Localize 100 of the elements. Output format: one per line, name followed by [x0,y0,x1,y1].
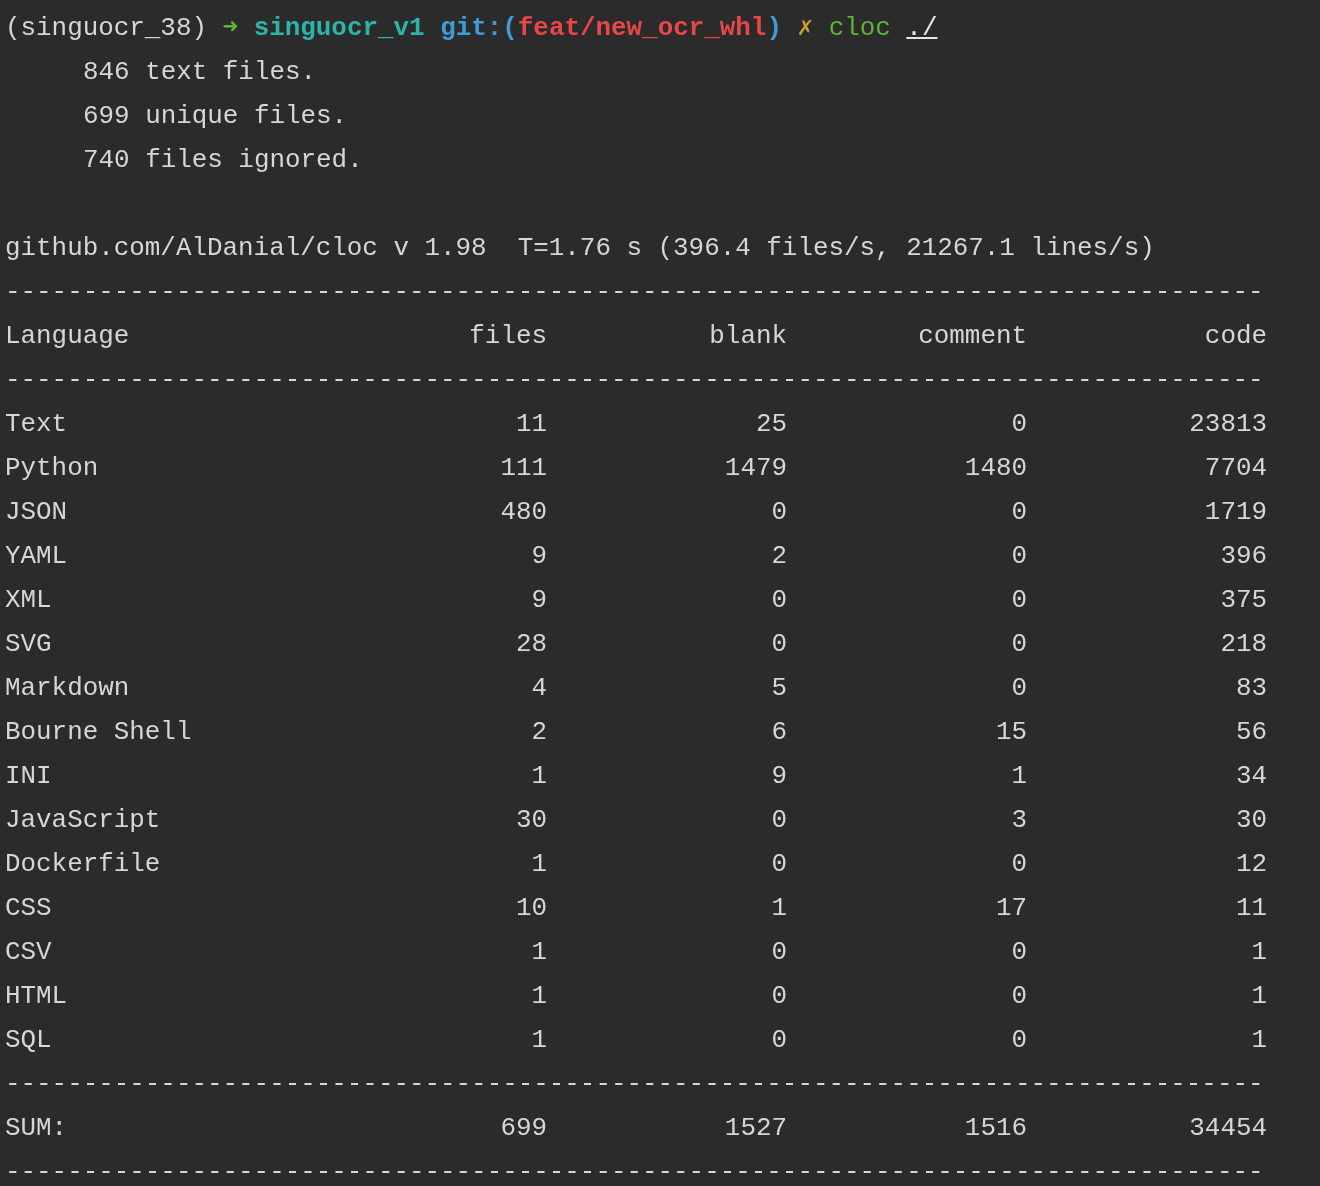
table-cell-text: 11 [514,408,547,441]
table-cell-text: 0 [770,980,787,1013]
directory-name: singuocr_v1 [253,13,425,43]
table-cell-text: 9 [530,540,547,573]
table-cell-text: 1 [1250,980,1267,1013]
table-cell-text: 1 [1010,760,1027,793]
table-cell-text: 0 [770,628,787,661]
separator-line: --------------------------------------------------------------------------------- [5,365,1264,395]
table-cell-text: 0 [1010,408,1027,441]
table-cell-text: 1 [530,980,547,1013]
table-cell-text: SQL [5,1024,53,1057]
table-cell-text: 1 [530,760,547,793]
table-cell-text: 0 [770,804,787,837]
sum-cell-text: 1516 [963,1112,1027,1145]
column-header: files [468,320,547,353]
table-cell-text: Python [5,452,100,485]
table-cell-text: 25 [754,408,787,441]
table-cell-text: 6 [770,716,787,749]
table-cell-text: 1 [530,848,547,881]
prompt-arrow: ➜ [222,13,239,43]
table-cell-text: 1 [530,936,547,969]
command-text: cloc [828,13,891,43]
summary-line: 699 unique files. [83,101,348,131]
table-cell-text: 375 [1219,584,1267,617]
table-cell-text: 15 [994,716,1027,749]
git-label-end: ) [766,13,782,43]
table-cell-text: 3 [1010,804,1027,837]
cloc-info-line: github.com/AlDanial/cloc v 1.98 T=1.76 s (396.4 files/s, 21267.1 lines/s) [5,233,1155,263]
sum-cell-text: 1527 [723,1112,787,1145]
separator-line: --------------------------------------------------------------------------------- [5,1157,1264,1186]
table-cell-text: 1 [770,892,787,925]
table-cell-text: YAML [5,540,69,573]
table-cell-text: 0 [1010,496,1027,529]
table-cell-text: 1 [1250,1024,1267,1057]
table-cell-text: 30 [514,804,547,837]
table-cell-text: 30 [1234,804,1267,837]
table-cell-text: 0 [1010,980,1027,1013]
sum-cell-text: 699 [499,1112,547,1145]
table-cell-text: 0 [1010,848,1027,881]
table-cell-text: 83 [1234,672,1267,705]
table-cell-text: JSON [5,496,69,529]
table-cell-text: 0 [1010,628,1027,661]
table-cell-text: 4 [530,672,547,705]
table-cell-text: Dockerfile [5,848,162,881]
table-cell-text: 0 [1010,936,1027,969]
table-cell-text: 1 [530,1024,547,1057]
branch-name: feat/new_ocr_whl [517,13,767,43]
separator-line: --------------------------------------------------------------------------------- [5,1069,1264,1099]
column-header: code [1203,320,1267,353]
table-cell-text: INI [5,760,53,793]
git-label: git:( [440,13,518,43]
table-cell-text: 0 [770,848,787,881]
conda-env-label: (singuocr_38) [5,13,207,43]
table-cell-text: 1719 [1203,496,1267,529]
column-header: Language [5,320,131,353]
sum-cell-text: 34454 [1188,1112,1267,1145]
table-cell-text: 10 [514,892,547,925]
table-cell-text: 0 [1010,584,1027,617]
table-cell-text: 396 [1219,540,1267,573]
table-cell-text: CSS [5,892,53,925]
table-cell-text: Bourne Shell [5,716,193,749]
table-cell-text: 11 [1234,892,1267,925]
column-header: comment [917,320,1027,353]
separator-line: --------------------------------------------------------------------------------- [5,277,1264,307]
table-cell-text: Markdown [5,672,131,705]
table-cell-text: SVG [5,628,53,661]
table-cell-text: 0 [1010,540,1027,573]
table-cell-text: 23813 [1188,408,1267,441]
summary-line: 846 text files. [83,57,317,87]
table-cell-text: 218 [1219,628,1267,661]
table-cell-text: HTML [5,980,69,1013]
sum-cell-text: SUM: [5,1112,69,1145]
table-cell-text: 17 [994,892,1027,925]
table-cell-text: 111 [499,452,547,485]
column-header: blank [708,320,787,353]
table-cell-text: JavaScript [5,804,162,837]
dirty-mark: ✗ [797,13,814,43]
table-cell-text: 0 [770,1024,787,1057]
table-cell-text: 1480 [963,452,1027,485]
table-cell-text: 1479 [723,452,787,485]
table-cell-text: 56 [1234,716,1267,749]
table-cell-text: 5 [770,672,787,705]
table-cell-text: 0 [1010,672,1027,705]
command-argument: ./ [906,13,938,43]
table-cell-text: 0 [770,496,787,529]
table-cell-text: 0 [770,584,787,617]
table-cell-text: 9 [770,760,787,793]
table-cell-text: 7704 [1203,452,1267,485]
table-cell-text: CSV [5,936,53,969]
table-cell-text: 12 [1234,848,1267,881]
table-cell-text: 0 [770,936,787,969]
table-cell-text: Text [5,408,69,441]
table-cell-text: XML [5,584,53,617]
table-cell-text: 34 [1234,760,1267,793]
table-cell-text: 1 [1250,936,1267,969]
summary-line: 740 files ignored. [83,145,363,175]
table-cell-text: 0 [1010,1024,1027,1057]
table-cell-text: 480 [499,496,547,529]
table-cell-text: 2 [530,716,547,749]
table-cell-text: 28 [514,628,547,661]
